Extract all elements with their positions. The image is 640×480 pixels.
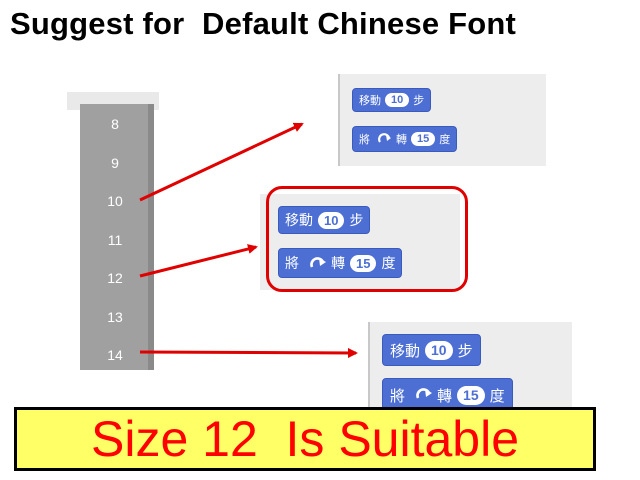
arrow-size-12	[139, 244, 258, 278]
conclusion-banner: Size 12 Is Suitable	[14, 407, 596, 471]
arrow-size-14	[139, 347, 358, 358]
arrow-size-10	[139, 122, 304, 202]
conclusion-text: Size 12 Is Suitable	[90, 411, 520, 467]
